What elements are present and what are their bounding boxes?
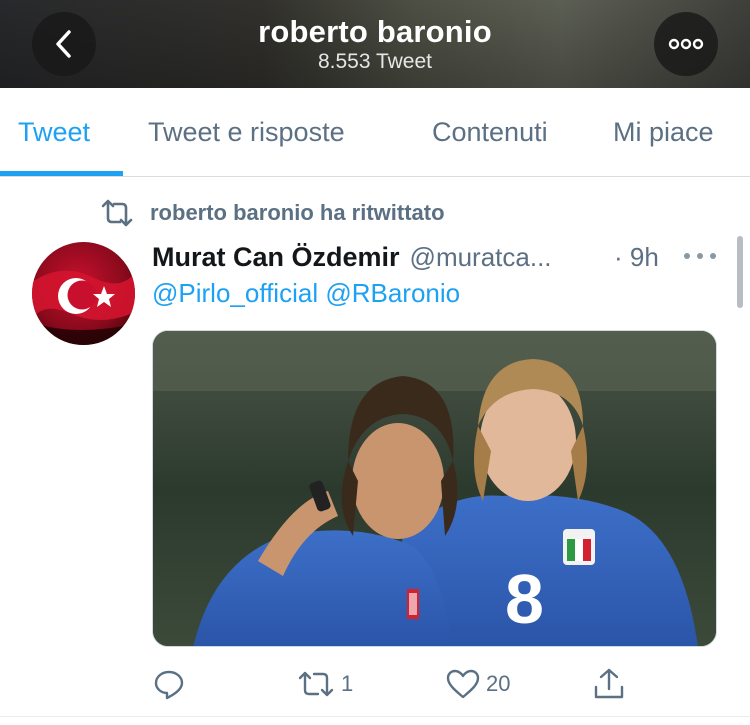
more-icon xyxy=(668,38,704,50)
author-avatar[interactable] xyxy=(32,242,135,345)
mention-link[interactable]: @Pirlo_official xyxy=(152,278,318,308)
scrollbar[interactable] xyxy=(737,236,743,308)
profile-header: roberto baronio 8.553 Tweet xyxy=(0,0,750,88)
like-button[interactable]: 20 xyxy=(446,660,510,708)
tweet-author[interactable]: Murat Can Özdemir @muratca... xyxy=(152,238,552,276)
tab-contenuti[interactable]: Contenuti xyxy=(432,88,548,176)
svg-text:8: 8 xyxy=(505,560,544,638)
retweet-button[interactable]: 1 xyxy=(297,660,353,708)
retweet-context-text[interactable]: roberto baronio ha ritwittato xyxy=(150,200,445,226)
tab-mi-piace[interactable]: Mi piace xyxy=(613,88,714,176)
tweet-more-icon[interactable] xyxy=(684,246,716,266)
like-count: 20 xyxy=(486,671,511,696)
share-button[interactable] xyxy=(593,660,625,708)
retweet-icon xyxy=(101,199,133,227)
active-tab-indicator xyxy=(0,171,123,176)
retweet-count: 1 xyxy=(341,671,354,696)
profile-tabs: Tweet Tweet e risposte Contenuti Mi piac… xyxy=(0,88,750,177)
author-name[interactable]: Murat Can Özdemir xyxy=(152,242,400,273)
tweet-text: @Pirlo_official @RBaronio xyxy=(152,278,460,314)
reply-button[interactable] xyxy=(153,660,191,708)
retweet-icon xyxy=(298,671,334,697)
mention-link[interactable]: @RBaronio xyxy=(325,278,460,308)
football-players-photo: 8 xyxy=(153,331,716,646)
turkish-flag-image xyxy=(32,270,135,345)
tweet-photo[interactable]: 8 xyxy=(152,330,717,647)
tab-tweet[interactable]: Tweet xyxy=(18,88,90,176)
profile-name: roberto baronio xyxy=(258,14,492,49)
tweet-actions: 1 20 xyxy=(0,660,750,708)
author-handle[interactable]: @muratca... xyxy=(410,242,552,273)
reply-icon xyxy=(154,670,184,700)
tweet-divider xyxy=(0,716,750,717)
retweet-context: roberto baronio ha ritwittato xyxy=(100,196,445,230)
tweet-count: 8.553 Tweet xyxy=(317,50,433,73)
heart-icon xyxy=(446,669,480,699)
share-icon xyxy=(594,668,624,699)
tab-tweet-e-risposte[interactable]: Tweet e risposte xyxy=(148,88,345,176)
more-button[interactable] xyxy=(654,12,718,76)
tweet-time[interactable]: · 9h xyxy=(614,238,659,276)
